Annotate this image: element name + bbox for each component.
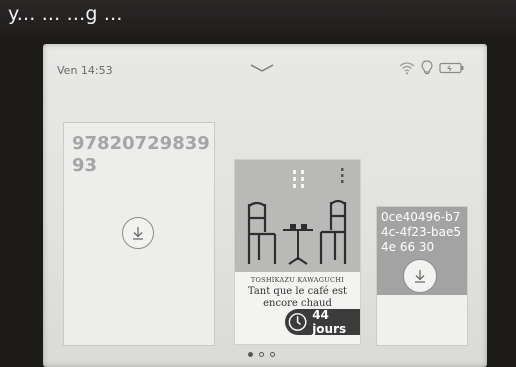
loan-badge: 44 jours bbox=[285, 308, 360, 336]
download-icon bbox=[415, 270, 425, 283]
book-id-title: 0ce40496-b74c-4f23-bae5 4e 66 30 bbox=[381, 210, 462, 254]
book-title: Tant que le café est encore chaud bbox=[247, 286, 348, 309]
overlay-caption: y... ... ...g ... bbox=[8, 3, 123, 25]
status-time: Ven 14:53 bbox=[57, 64, 113, 77]
loan-remaining: 44 jours bbox=[312, 308, 347, 336]
status-icons bbox=[399, 58, 465, 78]
page-dot-3[interactable] bbox=[270, 352, 275, 357]
chevron-down-icon[interactable] bbox=[248, 62, 276, 74]
light-bulb-icon[interactable] bbox=[421, 60, 433, 76]
ereader-screen: Ven 14:53 9782072983993 TOSHIKAZU KAWAGU… bbox=[43, 44, 487, 367]
download-button[interactable] bbox=[403, 259, 437, 293]
page-dot-1[interactable] bbox=[248, 352, 253, 357]
clock-icon bbox=[288, 313, 307, 331]
cover-illustration bbox=[235, 160, 360, 272]
page-dot-2[interactable] bbox=[259, 352, 264, 357]
book-tile-isbn[interactable]: 9782072983993 bbox=[63, 122, 215, 346]
wifi-icon[interactable] bbox=[399, 61, 415, 75]
page-indicator bbox=[248, 352, 275, 357]
battery-icon[interactable] bbox=[439, 62, 465, 74]
download-icon bbox=[133, 227, 143, 240]
book-tile-cover[interactable]: TOSHIKAZU KAWAGUCHI Tant que le café est… bbox=[234, 159, 361, 345]
download-button[interactable] bbox=[122, 217, 154, 249]
book-author: TOSHIKAZU KAWAGUCHI bbox=[250, 276, 345, 284]
isbn-title: 9782072983993 bbox=[72, 133, 210, 176]
book-tile-id[interactable]: 0ce40496-b74c-4f23-bae5 4e 66 30 bbox=[376, 206, 468, 346]
